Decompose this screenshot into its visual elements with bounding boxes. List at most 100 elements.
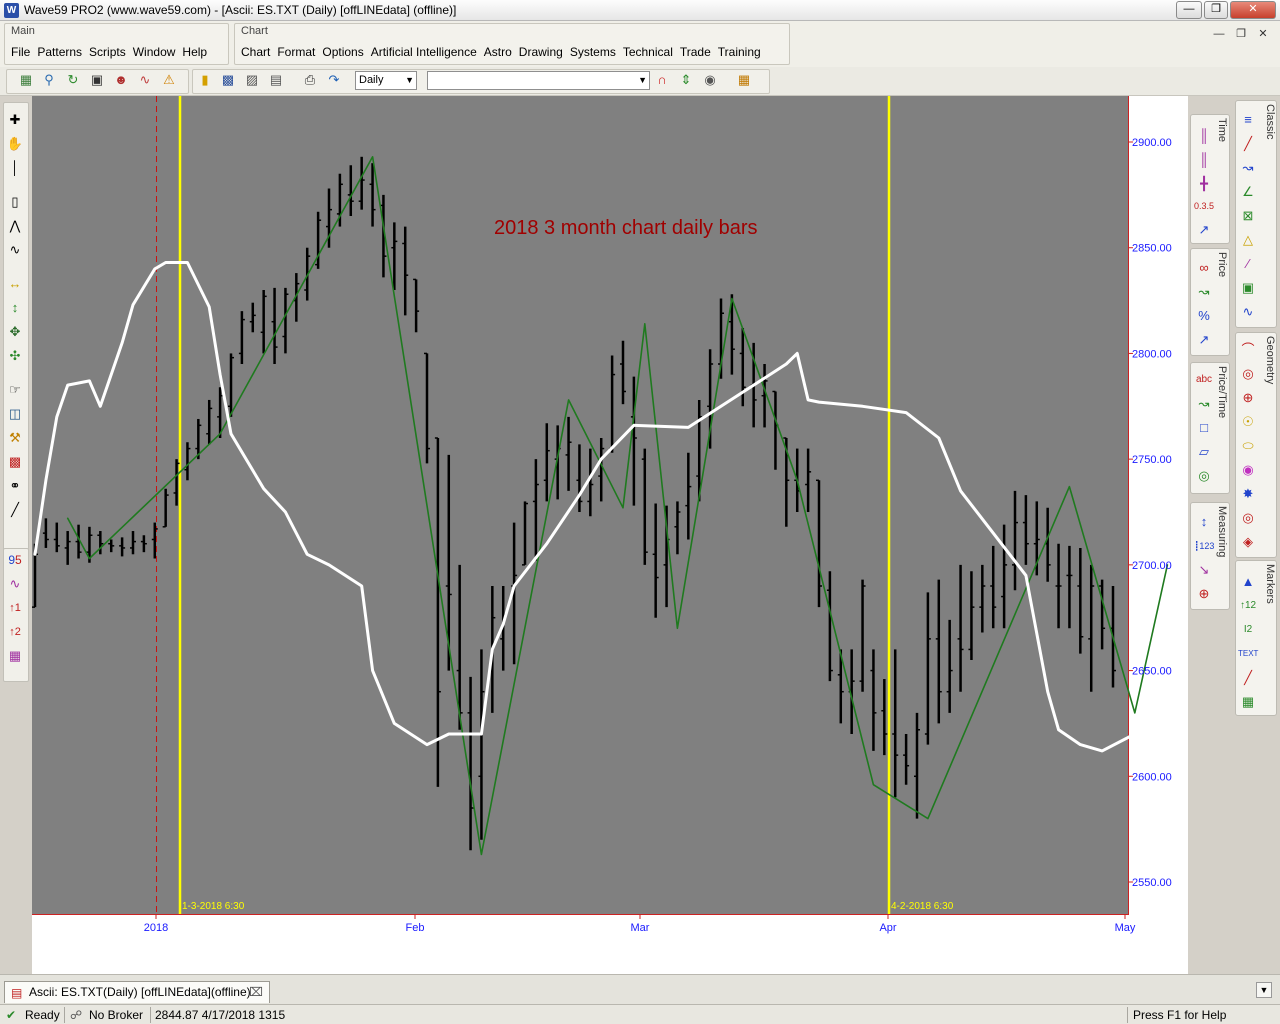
numbers-icon[interactable]: 95: [5, 550, 25, 570]
wave-tool-icon[interactable]: ∿: [1238, 302, 1258, 322]
time-range-icon[interactable]: ↕: [5, 298, 25, 318]
close-button[interactable]: ✕: [1230, 1, 1276, 19]
time-lines-icon[interactable]: ║: [1194, 126, 1214, 146]
menu-options[interactable]: Options: [322, 45, 363, 59]
alert-icon[interactable]: ⚠: [160, 71, 178, 89]
zoom-icon[interactable]: ⚲: [40, 71, 58, 89]
price-projection-icon[interactable]: ↝: [1194, 282, 1214, 302]
menu-technical[interactable]: Technical: [623, 45, 673, 59]
measure-count-icon[interactable]: ┋123: [1194, 536, 1214, 556]
fan-lines-icon[interactable]: ∠: [1238, 182, 1258, 202]
time-fan-icon[interactable]: ╋: [1194, 174, 1214, 194]
fib-time-icon[interactable]: 0.3.5: [1194, 196, 1214, 216]
refresh-icon[interactable]: ↻: [64, 71, 82, 89]
curve-icon[interactable]: ∿: [5, 240, 25, 260]
export-icon[interactable]: ▤: [267, 71, 285, 89]
channel-icon[interactable]: ∕: [1238, 254, 1258, 274]
percent-icon[interactable]: %: [1194, 306, 1214, 326]
menu-file[interactable]: File: [11, 45, 30, 59]
measure-vertical-icon[interactable]: ↕: [1194, 512, 1214, 532]
triangle-icon[interactable]: △: [1238, 230, 1258, 250]
target-icon[interactable]: ⊕: [1194, 584, 1214, 604]
expand-icon[interactable]: ✣: [5, 346, 25, 366]
menu-chart[interactable]: Chart: [241, 45, 270, 59]
lasso-icon[interactable]: ⚭: [5, 476, 25, 496]
square-of-nine-icon[interactable]: ↝: [1194, 394, 1214, 414]
sun-icon[interactable]: ☉: [1238, 412, 1258, 432]
gann-fan-icon[interactable]: ↝: [1238, 158, 1258, 178]
menu-training[interactable]: Training: [718, 45, 761, 59]
chart-window[interactable]: 1-3-2018 6:30 4-2-2018 6:30 2900.00 2850.0…: [32, 96, 1188, 974]
monitor-icon[interactable]: ▣: [88, 71, 106, 89]
circle-target-icon[interactable]: ◎: [1238, 364, 1258, 384]
nested-boxes-icon[interactable]: ▣: [1238, 278, 1258, 298]
new-chart-icon[interactable]: ▦: [17, 71, 35, 89]
hand-icon[interactable]: ✋: [5, 134, 25, 154]
swing-icon[interactable]: ⋀: [5, 216, 25, 236]
open-folder-icon[interactable]: ▮: [196, 71, 214, 89]
grid-marker-icon[interactable]: ▦: [1238, 692, 1258, 712]
menu-systems[interactable]: Systems: [570, 45, 616, 59]
save-as-icon[interactable]: ▨: [243, 71, 261, 89]
menu-scripts[interactable]: Scripts: [89, 45, 126, 59]
price-ratio-icon[interactable]: ↗: [1194, 330, 1214, 350]
price-range-icon[interactable]: ↔: [5, 274, 25, 294]
menu-window[interactable]: Window: [133, 45, 176, 59]
measure-diagonal-icon[interactable]: ↘: [1194, 560, 1214, 580]
restore-button[interactable]: ❐: [1204, 1, 1228, 19]
time-cycles-icon[interactable]: ║: [1194, 150, 1214, 170]
price-chart[interactable]: 1-3-2018 6:30 4-2-2018 6:30 2900.00 2850.0…: [32, 96, 1188, 974]
mdi-restore-icon[interactable]: ❐: [1232, 26, 1250, 43]
count-marker-icon[interactable]: I2: [1238, 620, 1258, 640]
text-marker-icon[interactable]: TEXT: [1238, 644, 1258, 664]
label-marker-icon[interactable]: ↑12: [1238, 596, 1258, 616]
spiral-target-icon[interactable]: ◎: [1238, 508, 1258, 528]
spiral-icon[interactable]: ◎: [1194, 466, 1214, 486]
people-icon[interactable]: ☻: [112, 71, 130, 89]
print-icon[interactable]: ⎙: [301, 71, 319, 89]
symbol-select[interactable]: ▼: [427, 71, 650, 90]
menu-artificial-intelligence[interactable]: Artificial Intelligence: [371, 45, 477, 59]
ellipse-icon[interactable]: ⬭: [1238, 436, 1258, 456]
label-one-icon[interactable]: ↑1: [5, 598, 25, 618]
up-marker-icon[interactable]: ▲: [1238, 572, 1258, 592]
save-icon[interactable]: ▩: [219, 71, 237, 89]
menu-astro[interactable]: Astro: [484, 45, 512, 59]
gann-box-icon[interactable]: ▱: [1194, 442, 1214, 462]
line-marker-icon[interactable]: ╱: [1238, 668, 1258, 688]
trash-icon[interactable]: ◫: [5, 404, 25, 424]
trend-lines-icon[interactable]: ╱: [1238, 134, 1258, 154]
time-axis-area[interactable]: [32, 914, 1129, 974]
label-two-icon[interactable]: ↑2: [5, 622, 25, 642]
mdi-close-icon[interactable]: ✕: [1254, 26, 1272, 43]
chart-tab[interactable]: ▤ Ascii: ES.TXT(Daily) [offLINEdata](off…: [4, 981, 270, 1003]
crossed-circle-icon[interactable]: ⊕: [1238, 388, 1258, 408]
menu-help[interactable]: Help: [182, 45, 207, 59]
crosshair-icon[interactable]: ✚: [5, 110, 25, 130]
move-icon[interactable]: ✥: [5, 322, 25, 342]
wrench-icon[interactable]: ⚒: [5, 428, 25, 448]
redo-icon[interactable]: ↷: [325, 71, 343, 89]
interval-select[interactable]: Daily ▼: [355, 71, 417, 90]
andrews-pitchfork-icon[interactable]: ≡: [1238, 110, 1258, 130]
menu-drawing[interactable]: Drawing: [519, 45, 563, 59]
wave-count-icon[interactable]: ∿: [5, 574, 25, 594]
vertical-line-icon[interactable]: │: [5, 158, 25, 178]
mdi-minimize-icon[interactable]: —: [1210, 26, 1228, 43]
price-axis-area[interactable]: [1129, 96, 1188, 974]
up-down-arrows-icon[interactable]: ⇕: [677, 71, 695, 89]
bars-icon[interactable]: ▯: [5, 192, 25, 212]
eye-icon[interactable]: ◉: [701, 71, 719, 89]
arc-icon[interactable]: ⌒: [1238, 340, 1258, 360]
diamond-icon[interactable]: ◈: [1238, 532, 1258, 552]
rings-icon[interactable]: ◉: [1238, 460, 1258, 480]
grid-icon[interactable]: ▦: [5, 646, 25, 666]
wheel-icon[interactable]: ✸: [1238, 484, 1258, 504]
text-abc-icon[interactable]: abc: [1194, 370, 1214, 390]
time-projection-icon[interactable]: ↗: [1194, 220, 1214, 240]
menu-patterns[interactable]: Patterns: [37, 45, 82, 59]
gann-grid-icon[interactable]: ⊠: [1238, 206, 1258, 226]
tab-list-dropdown[interactable]: ▼: [1256, 982, 1272, 998]
pointer-icon[interactable]: ☞: [5, 380, 25, 400]
briefcase-icon[interactable]: ▦: [735, 71, 753, 89]
